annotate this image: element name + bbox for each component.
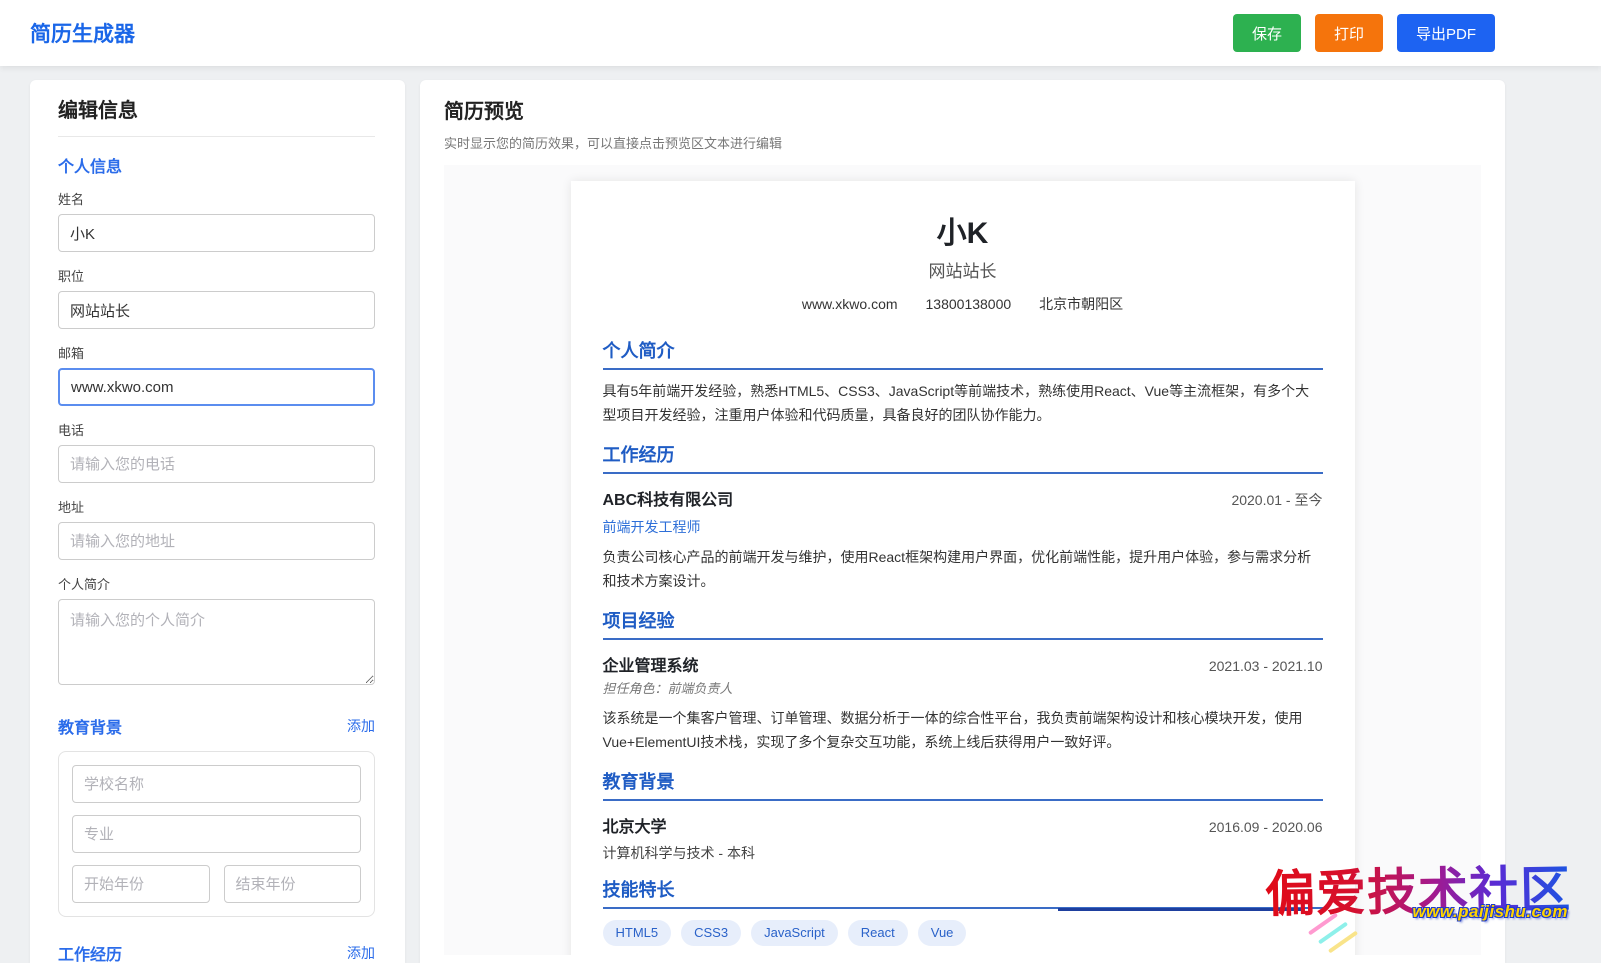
end-year-input[interactable] xyxy=(224,865,362,903)
resume-generator-app: 简历生成器 保存 打印 导出PDF 编辑信息 个人信息 姓名 职位 邮箱 电话 … xyxy=(0,0,1601,963)
intro-label: 个人简介 xyxy=(58,574,375,593)
preview-body: 小K 网站站长 www.xkwo.com 13800138000 北京市朝阳区 … xyxy=(444,165,1481,955)
start-year-input[interactable] xyxy=(72,865,210,903)
top-bar: 简历生成器 保存 打印 导出PDF xyxy=(0,0,1601,66)
year-row xyxy=(72,865,361,903)
preview-subtitle: 实时显示您的简历效果，可以直接点击预览区文本进行编辑 xyxy=(444,133,1481,152)
skill-tag[interactable]: HTML5 xyxy=(603,920,672,946)
export-pdf-button[interactable]: 导出PDF xyxy=(1397,14,1495,52)
school-name[interactable]: 北京大学 xyxy=(603,817,667,838)
address-label: 地址 xyxy=(58,497,375,516)
add-work-link[interactable]: 添加 xyxy=(347,943,375,963)
editor-panel: 编辑信息 个人信息 姓名 职位 邮箱 电话 地址 个人简介 教育背景 xyxy=(30,80,405,963)
resume-paper: 小K 网站站长 www.xkwo.com 13800138000 北京市朝阳区 … xyxy=(571,181,1355,955)
project-name[interactable]: 企业管理系统 xyxy=(603,656,699,677)
education-section-title: 教育背景 xyxy=(58,714,122,738)
save-button[interactable]: 保存 xyxy=(1233,14,1301,52)
job-input[interactable] xyxy=(58,291,375,329)
personal-info-section-title: 个人信息 xyxy=(58,153,375,177)
company-name[interactable]: ABC科技有限公司 xyxy=(603,490,734,511)
major-input[interactable] xyxy=(72,815,361,853)
job-label: 职位 xyxy=(58,266,375,285)
address-input[interactable] xyxy=(58,522,375,560)
project-item-header: 企业管理系统 2021.03 - 2021.10 xyxy=(603,656,1323,677)
resume-skills-section: 技能特长 HTML5 CSS3 JavaScript React Vue xyxy=(603,879,1323,946)
work-item-header: ABC科技有限公司 2020.01 - 至今 xyxy=(603,490,1323,511)
phone-field-group: 电话 xyxy=(58,420,375,483)
phone-input[interactable] xyxy=(58,445,375,483)
skill-tag[interactable]: React xyxy=(848,920,908,946)
editor-title: 编辑信息 xyxy=(58,94,375,137)
resume-contact-address[interactable]: 北京市朝阳区 xyxy=(1039,294,1123,314)
work-description[interactable]: 负责公司核心产品的前端开发与维护，使用React框架构建用户界面，优化前端性能，… xyxy=(603,545,1323,593)
job-field-group: 职位 xyxy=(58,266,375,329)
print-button[interactable]: 打印 xyxy=(1315,14,1383,52)
name-label: 姓名 xyxy=(58,189,375,208)
skill-tag[interactable]: JavaScript xyxy=(751,920,838,946)
resume-contact-phone[interactable]: 13800138000 xyxy=(926,294,1012,314)
intro-field-group: 个人简介 xyxy=(58,574,375,690)
email-field-group: 邮箱 xyxy=(58,343,375,406)
resume-contact-email[interactable]: www.xkwo.com xyxy=(802,294,898,314)
resume-project-section: 项目经验 企业管理系统 2021.03 - 2021.10 担任角色：前端负责人… xyxy=(603,610,1323,754)
work-experience-section-title: 工作经历 xyxy=(603,444,1323,474)
email-label: 邮箱 xyxy=(58,343,375,362)
project-role[interactable]: 担任角色：前端负责人 xyxy=(603,680,1323,697)
skill-tag[interactable]: Vue xyxy=(918,920,967,946)
address-field-group: 地址 xyxy=(58,497,375,560)
education-date-range[interactable]: 2016.09 - 2020.06 xyxy=(1209,819,1323,835)
project-date-range[interactable]: 2021.03 - 2021.10 xyxy=(1209,658,1323,674)
resume-job-title[interactable]: 网站站长 xyxy=(603,261,1323,283)
phone-label: 电话 xyxy=(58,420,375,439)
app-title: 简历生成器 xyxy=(30,18,135,48)
work-date-range[interactable]: 2020.01 - 至今 xyxy=(1231,490,1322,510)
work-section-header: 工作经历 添加 xyxy=(58,941,375,963)
intro-textarea[interactable] xyxy=(58,599,375,685)
education-entry-card xyxy=(58,751,375,917)
education-item-header: 北京大学 2016.09 - 2020.06 xyxy=(603,817,1323,838)
work-position[interactable]: 前端开发工程师 xyxy=(603,518,1323,536)
resume-name[interactable]: 小K xyxy=(603,216,1323,252)
name-input[interactable] xyxy=(58,214,375,252)
education-section-header: 教育背景 添加 xyxy=(58,714,375,738)
project-description[interactable]: 该系统是一个集客户管理、订单管理、数据分析于一体的综合性平台，我负责前端架构设计… xyxy=(603,706,1323,754)
resume-education-section: 教育背景 北京大学 2016.09 - 2020.06 计算机科学与技术 - 本… xyxy=(603,771,1323,862)
preview-title: 简历预览 xyxy=(444,95,1481,124)
toolbar-actions: 保存 打印 导出PDF xyxy=(1233,14,1495,52)
skill-tag[interactable]: CSS3 xyxy=(681,920,741,946)
resume-contacts: www.xkwo.com 13800138000 北京市朝阳区 xyxy=(603,294,1323,314)
profile-section-title: 个人简介 xyxy=(603,340,1323,370)
resume-profile-section: 个人简介 具有5年前端开发经验，熟悉HTML5、CSS3、JavaScript等… xyxy=(603,340,1323,427)
email-input[interactable] xyxy=(58,368,375,406)
education-major[interactable]: 计算机科学与技术 - 本科 xyxy=(603,844,1323,862)
project-section-title: 项目经验 xyxy=(603,610,1323,640)
preview-panel: 简历预览 实时显示您的简历效果，可以直接点击预览区文本进行编辑 小K 网站站长 … xyxy=(420,80,1505,963)
profile-text[interactable]: 具有5年前端开发经验，熟悉HTML5、CSS3、JavaScript等前端技术，… xyxy=(603,379,1323,427)
skills-section-title: 技能特长 xyxy=(603,879,1323,909)
school-name-input[interactable] xyxy=(72,765,361,803)
name-field-group: 姓名 xyxy=(58,189,375,252)
resume-work-section: 工作经历 ABC科技有限公司 2020.01 - 至今 前端开发工程师 负责公司… xyxy=(603,444,1323,593)
education-resume-section-title: 教育背景 xyxy=(603,771,1323,801)
work-section-title: 工作经历 xyxy=(58,941,122,963)
skill-tags: HTML5 CSS3 JavaScript React Vue xyxy=(603,920,1323,946)
add-education-link[interactable]: 添加 xyxy=(347,716,375,736)
